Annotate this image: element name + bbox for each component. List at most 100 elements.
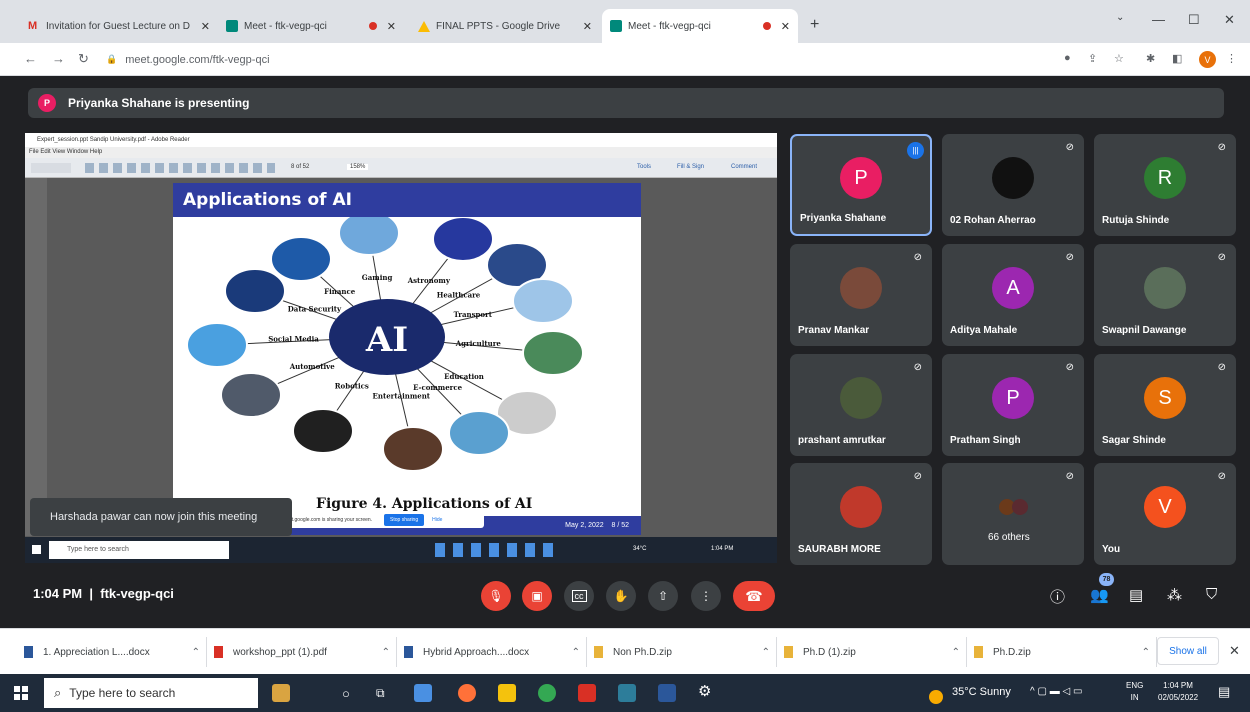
word-icon[interactable] — [658, 684, 676, 702]
participant-tile[interactable]: ⊘ prashant amrutkar — [790, 354, 932, 456]
camera-off-button[interactable]: ▣ — [522, 581, 552, 611]
download-item[interactable]: Ph.D (1).zip ⌃ — [784, 641, 960, 663]
participant-tile[interactable]: S ⊘ Sagar Shinde — [1094, 354, 1236, 456]
tab-strip: M Invitation for Guest Lecture on D ✕ Me… — [0, 0, 1250, 43]
close-downloads-icon[interactable]: ✕ — [1229, 643, 1240, 659]
settings-icon[interactable]: ⚙ — [698, 682, 711, 700]
more-vert-icon: ⋮ — [700, 589, 712, 603]
tab-search-icon[interactable]: ⌄ — [1116, 12, 1124, 23]
show-all-button[interactable]: Show all — [1157, 637, 1219, 665]
back-icon[interactable]: ← — [24, 51, 37, 66]
participant-tile[interactable]: ⊘ Pranav Mankar — [790, 244, 932, 346]
sticky-notes-icon[interactable] — [498, 684, 516, 702]
participant-tile[interactable]: A ⊘ Aditya Mahale — [942, 244, 1084, 346]
download-item[interactable]: Non Ph.D.zip ⌃ — [594, 641, 770, 663]
reader-tool-icons — [85, 163, 275, 173]
notifications-icon[interactable]: ▤ — [1218, 684, 1230, 700]
application-label: Entertainment — [373, 392, 431, 401]
application-bubble — [224, 268, 286, 314]
chevron-up-icon[interactable]: ⌃ — [382, 647, 390, 658]
start-button[interactable] — [14, 686, 28, 700]
weather-text[interactable]: 35°C Sunny — [952, 686, 1011, 698]
chat-icon[interactable]: ▤ — [1129, 586, 1143, 604]
host-controls-icon[interactable]: ⛉ — [1206, 586, 1217, 603]
lock-icon: 🔒 — [106, 54, 118, 64]
extensions-icon[interactable]: ✱ — [1146, 52, 1155, 65]
download-item[interactable]: Ph.D.zip ⌃ — [974, 641, 1150, 663]
chevron-up-icon[interactable]: ⌃ — [572, 647, 580, 658]
chevron-up-icon[interactable]: ⌃ — [192, 647, 200, 658]
participant-tile[interactable]: V ⊘ You — [1094, 463, 1236, 565]
minimize-icon[interactable]: — — [1152, 12, 1165, 27]
participant-tile[interactable]: R ⊘ Rutuja Shinde — [1094, 134, 1236, 236]
mic-off-button[interactable]: 🎙 — [481, 581, 511, 611]
info-icon[interactable]: ⓘ — [1050, 586, 1065, 607]
recording-dot-icon — [368, 22, 377, 30]
task-view-icon[interactable]: ⧉ — [376, 686, 385, 701]
participant-tile[interactable]: P ⊘ Pratham Singh — [942, 354, 1084, 456]
language-indicator[interactable]: ENG IN — [1126, 680, 1143, 704]
browser-toolbar: ← → ↻ 🔒 meet.google.com/ftk-vegp-qci ● ⇪… — [0, 43, 1250, 76]
firefox-icon[interactable] — [458, 684, 476, 702]
close-icon[interactable]: ✕ — [583, 20, 592, 33]
cortana-icon[interactable]: ○ — [342, 686, 350, 701]
participant-tile[interactable]: ⊘ 02 Rohan Aherrao — [942, 134, 1084, 236]
tab-meet-1[interactable]: Meet - ftk-vegp-qci ✕ — [218, 9, 404, 43]
mic-muted-icon: ⊘ — [913, 471, 922, 482]
mic-muted-icon: ⊘ — [1065, 471, 1074, 482]
more-options-button[interactable]: ⋮ — [691, 581, 721, 611]
camera-off-icon: ▣ — [531, 589, 543, 603]
maximize-icon[interactable]: ☐ — [1188, 12, 1200, 28]
address-bar[interactable]: 🔒 meet.google.com/ftk-vegp-qci — [106, 47, 1046, 72]
image-viewer-icon[interactable] — [618, 684, 636, 702]
new-tab-icon[interactable]: + — [810, 16, 819, 34]
share-icon[interactable]: ⇪ — [1088, 52, 1097, 65]
chevron-up-icon[interactable]: ⌃ — [952, 647, 960, 658]
close-icon[interactable]: ✕ — [387, 20, 396, 33]
shared-time: 1:04 PM — [711, 546, 734, 552]
widget-icon[interactable] — [272, 684, 290, 702]
download-item[interactable]: Hybrid Approach....docx ⌃ — [404, 641, 580, 663]
participant-avatar: A — [992, 267, 1034, 309]
reload-icon[interactable]: ↻ — [78, 51, 89, 67]
activities-icon[interactable]: ⁂ — [1167, 586, 1182, 604]
participant-tile[interactable]: P ||| Priyanka Shahane — [790, 134, 932, 236]
chrome-icon[interactable] — [538, 684, 556, 702]
forward-icon[interactable]: → — [52, 51, 65, 66]
participant-name: Priyanka Shahane — [800, 213, 887, 224]
tab-meet-active[interactable]: Meet - ftk-vegp-qci ✕ — [602, 9, 798, 43]
application-bubble — [512, 278, 574, 324]
tab-gmail[interactable]: M Invitation for Guest Lecture on D ✕ — [20, 9, 218, 43]
acrobat-icon[interactable] — [578, 684, 596, 702]
window-close-icon[interactable]: ✕ — [1224, 12, 1235, 28]
chevron-up-icon[interactable]: ⌃ — [1142, 647, 1150, 658]
application-label: Education — [444, 372, 484, 381]
captions-button[interactable]: cc — [564, 581, 594, 611]
participant-tile[interactable]: ⊘ SAURABH MORE — [790, 463, 932, 565]
download-item[interactable]: 1. Appreciation L....docx ⌃ — [24, 641, 200, 663]
tab-drive[interactable]: FINAL PPTS - Google Drive ✕ — [410, 9, 600, 43]
participant-tile[interactable]: ⊘ Swapnil Dawange — [1094, 244, 1236, 346]
application-bubble — [292, 408, 354, 454]
side-panel-icon[interactable]: ◧ — [1172, 52, 1182, 65]
raise-hand-button[interactable]: ✋ — [606, 581, 636, 611]
leave-call-button[interactable]: ☎ — [733, 581, 775, 611]
taskbar-search[interactable]: ⌕ Type here to search — [44, 678, 258, 708]
download-item[interactable]: workshop_ppt (1).pdf ⌃ — [214, 641, 390, 663]
camera-indicator-icon[interactable]: ● — [1064, 52, 1071, 64]
file-explorer-icon[interactable] — [414, 684, 432, 702]
application-bubble — [448, 410, 510, 456]
chevron-up-icon[interactable]: ⌃ — [762, 647, 770, 658]
system-clock[interactable]: 1:04 PM 02/05/2022 — [1158, 680, 1198, 704]
participant-tile[interactable]: ⊘ 66 others — [942, 463, 1084, 565]
system-tray-icons[interactable]: ^ ▢ ▬ ◁ ▭ — [1030, 686, 1082, 697]
divider — [396, 637, 397, 667]
menu-icon[interactable]: ⋮ — [1226, 52, 1237, 65]
present-button[interactable]: ⇧ — [648, 581, 678, 611]
close-icon[interactable]: ✕ — [201, 20, 210, 33]
people-icon[interactable]: 👥 — [1090, 586, 1109, 604]
close-icon[interactable]: ✕ — [781, 20, 790, 33]
reader-toolbar: 8 of 52 158% Tools Fill & Sign Comment — [25, 158, 777, 178]
profile-avatar[interactable]: V — [1199, 51, 1216, 68]
bookmark-star-icon[interactable]: ☆ — [1114, 52, 1124, 65]
